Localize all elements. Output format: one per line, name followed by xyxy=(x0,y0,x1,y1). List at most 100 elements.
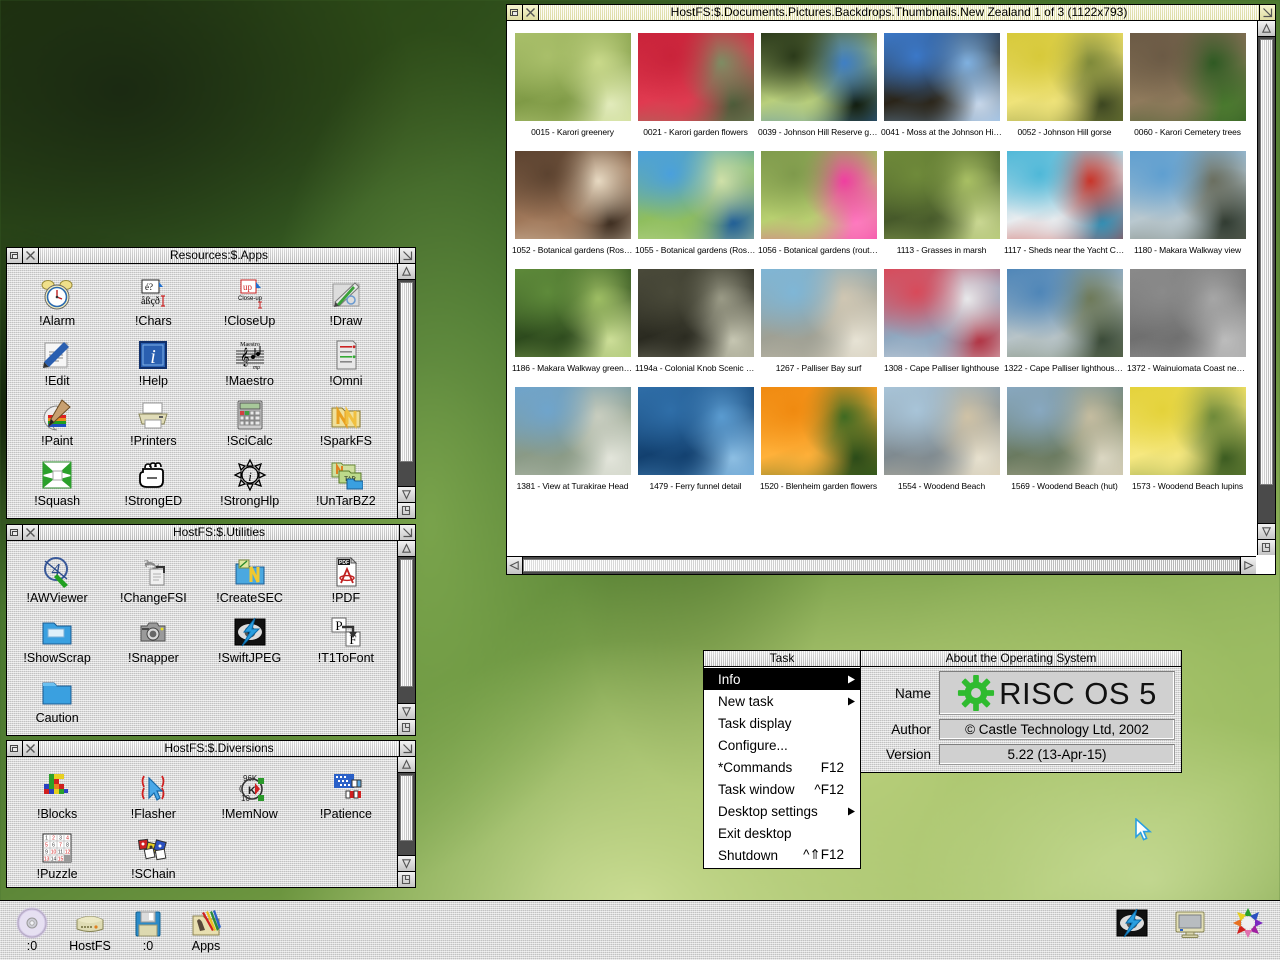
thumbnail-image[interactable] xyxy=(515,33,631,121)
task-menu-item-newtask[interactable]: New task xyxy=(704,690,860,712)
task-menu-item-taskdisplay[interactable]: Task display xyxy=(704,712,860,734)
thumbnail-image[interactable] xyxy=(884,151,1000,239)
utilities-window[interactable]: HostFS:$.Utilities 4!AWViewer?!ChangeFSI… xyxy=(6,524,416,736)
close-icon[interactable] xyxy=(523,5,539,20)
thumbnail-cell[interactable]: 1520 - Blenheim garden flowers xyxy=(758,387,879,491)
thumbnail-cell[interactable]: 1113 - Grasses in marsh xyxy=(881,151,1002,255)
filer-item-squash[interactable]: !Squash xyxy=(9,450,105,510)
adjust-size-icon[interactable] xyxy=(398,871,415,887)
scroll-down-icon[interactable] xyxy=(398,703,415,719)
filer-item-draw[interactable]: !Draw xyxy=(298,270,394,330)
thumbnail-image[interactable] xyxy=(638,151,754,239)
iconbar-item-0[interactable]: :0 xyxy=(6,905,58,953)
task-menu-item-configure[interactable]: Configure... xyxy=(704,734,860,756)
scroll-up-icon[interactable] xyxy=(398,264,415,280)
thumbnail-window-titlebar[interactable]: HostFS:$.Documents.Pictures.Backdrops.Th… xyxy=(506,4,1276,21)
thumbnail-image[interactable] xyxy=(1130,269,1246,357)
iconbar-item-hostfs[interactable]: HostFS xyxy=(64,905,116,953)
icon-bar-left-group[interactable]: :0HostFS:0Apps xyxy=(6,905,232,953)
about-os-window[interactable]: About the Operating System Name xyxy=(860,650,1182,773)
thumbnail-image[interactable] xyxy=(638,387,754,475)
adjust-size-icon[interactable] xyxy=(398,502,415,518)
filer-item-caution[interactable]: Caution xyxy=(9,667,105,727)
filer-item-sparkfs[interactable]: !SparkFS xyxy=(298,390,394,450)
scroll-thumb[interactable] xyxy=(400,282,413,462)
thumbnail-image[interactable] xyxy=(1130,151,1246,239)
scroll-thumb[interactable] xyxy=(1260,39,1273,485)
task-menu-item-info[interactable]: Info xyxy=(704,668,860,690)
thumbnail-image[interactable] xyxy=(761,33,877,121)
filer-item-stronged[interactable]: !StrongED xyxy=(105,450,201,510)
filer-item-edit[interactable]: !Edit xyxy=(9,330,105,390)
iconbar-item-apps[interactable]: Apps xyxy=(180,905,232,953)
filer-item-omni[interactable]: !Omni xyxy=(298,330,394,390)
thumbnail-image[interactable] xyxy=(638,269,754,357)
task-menu-items[interactable]: InfoNew taskTask displayConfigure...*Com… xyxy=(703,667,861,869)
iconbar-item-0[interactable]: :0 xyxy=(122,905,174,953)
utilities-window-titlebar[interactable]: HostFS:$.Utilities xyxy=(6,524,416,541)
iconbar-item-display-monitor[interactable] xyxy=(1164,905,1216,941)
thumbnail-image[interactable] xyxy=(761,151,877,239)
thumbnail-image[interactable] xyxy=(761,269,877,357)
scroll-track[interactable] xyxy=(1258,37,1275,523)
filer-item-stronghlp[interactable]: i!StrongHlp xyxy=(202,450,298,510)
adjust-size-icon[interactable] xyxy=(1258,539,1275,555)
filer-item-awviewer[interactable]: 4!AWViewer xyxy=(9,547,105,607)
filer-item-closeup[interactable]: upClose-up!CloseUp xyxy=(202,270,298,330)
thumbnail-image[interactable] xyxy=(1007,33,1123,121)
back-icon[interactable] xyxy=(7,741,23,756)
filer-item-createsec[interactable]: !CreateSEC xyxy=(202,547,298,607)
thumbnail-cell[interactable]: 1117 - Sheds near the Yacht Club xyxy=(1004,151,1125,255)
thumbnail-image[interactable] xyxy=(1007,269,1123,357)
filer-item-swiftjpeg[interactable]: !SwiftJPEG xyxy=(202,607,298,667)
apps-icon-grid[interactable]: !Alarmé?åßçð!CharsupClose-up!CloseUp!Dra… xyxy=(7,264,396,512)
scroll-thumb[interactable] xyxy=(400,559,413,687)
filer-item-chars[interactable]: é?åßçð!Chars xyxy=(105,270,201,330)
display-monitor-icon[interactable] xyxy=(1164,905,1216,941)
thumbnail-cell[interactable]: 1322 - Cape Palliser lighthouse view xyxy=(1004,269,1125,373)
filer-item-showscrap[interactable]: !ShowScrap xyxy=(9,607,105,667)
back-icon[interactable] xyxy=(7,248,23,263)
filer-item-flasher[interactable]: !Flasher xyxy=(105,763,201,823)
thumbnail-vertical-scrollbar[interactable] xyxy=(1257,21,1275,555)
filer-item-t1tofont[interactable]: PF!T1ToFont xyxy=(298,607,394,667)
task-menu-item-taskwindow[interactable]: Task window^F12 xyxy=(704,778,860,800)
scroll-up-icon[interactable] xyxy=(398,541,415,557)
thumbnail-cell[interactable]: 1573 - Woodend Beach lupins xyxy=(1127,387,1248,491)
scroll-track[interactable] xyxy=(398,280,415,486)
thumbnail-cell[interactable]: 0021 - Karori garden flowers xyxy=(635,33,756,137)
filer-item-schain[interactable]: !SChain xyxy=(105,823,201,883)
thumbnail-image[interactable] xyxy=(884,269,1000,357)
filer-item-snapper[interactable]: !Snapper xyxy=(105,607,201,667)
task-menu-item-exitdesktop[interactable]: Exit desktop xyxy=(704,822,860,844)
scroll-down-icon[interactable] xyxy=(1258,523,1275,539)
about-os-titlebar[interactable]: About the Operating System xyxy=(860,650,1182,667)
thumbnail-image[interactable] xyxy=(1007,387,1123,475)
harddisc-icon[interactable] xyxy=(64,905,116,941)
hscroll-thumb[interactable] xyxy=(523,559,1240,572)
icon-bar[interactable]: :0HostFS:0Apps xyxy=(0,900,1280,960)
thumbnail-image[interactable] xyxy=(515,151,631,239)
thumbnail-cell[interactable]: 1194a - Colonial Knob Scenic Re... xyxy=(635,269,756,373)
iconbar-item-swiftjpeg-eye[interactable] xyxy=(1106,905,1158,941)
thumbnail-cell[interactable]: 0060 - Karori Cemetery trees xyxy=(1127,33,1248,137)
toggle-size-icon[interactable] xyxy=(399,525,415,540)
scroll-thumb[interactable] xyxy=(400,775,413,841)
scroll-track[interactable] xyxy=(398,557,415,703)
thumbnail-image[interactable] xyxy=(1130,387,1246,475)
thumbnail-cell[interactable]: 1267 - Palliser Bay surf xyxy=(758,269,879,373)
thumbnail-cell[interactable]: 1056 - Botanical gardens (route... xyxy=(758,151,879,255)
thumbnail-cell[interactable]: 0052 - Johnson Hill gorse xyxy=(1004,33,1125,137)
configure-cog-icon[interactable] xyxy=(1222,905,1274,941)
thumbnail-image[interactable] xyxy=(884,33,1000,121)
diversions-vertical-scrollbar[interactable] xyxy=(397,757,415,887)
thumbnail-image[interactable] xyxy=(515,387,631,475)
toggle-size-icon[interactable] xyxy=(399,248,415,263)
toggle-size-icon[interactable] xyxy=(399,741,415,756)
thumbnail-cell[interactable]: 1186 - Makara Walkway greenery xyxy=(512,269,633,373)
scroll-track[interactable] xyxy=(398,773,415,855)
filer-item-maestro[interactable]: Maestro𝄞mp!Maestro xyxy=(202,330,298,390)
hscroll-track[interactable] xyxy=(523,557,1240,574)
floppy-disc-icon[interactable] xyxy=(122,905,174,941)
thumbnail-cell[interactable]: 1052 - Botanical gardens (Rose ... xyxy=(512,151,633,255)
